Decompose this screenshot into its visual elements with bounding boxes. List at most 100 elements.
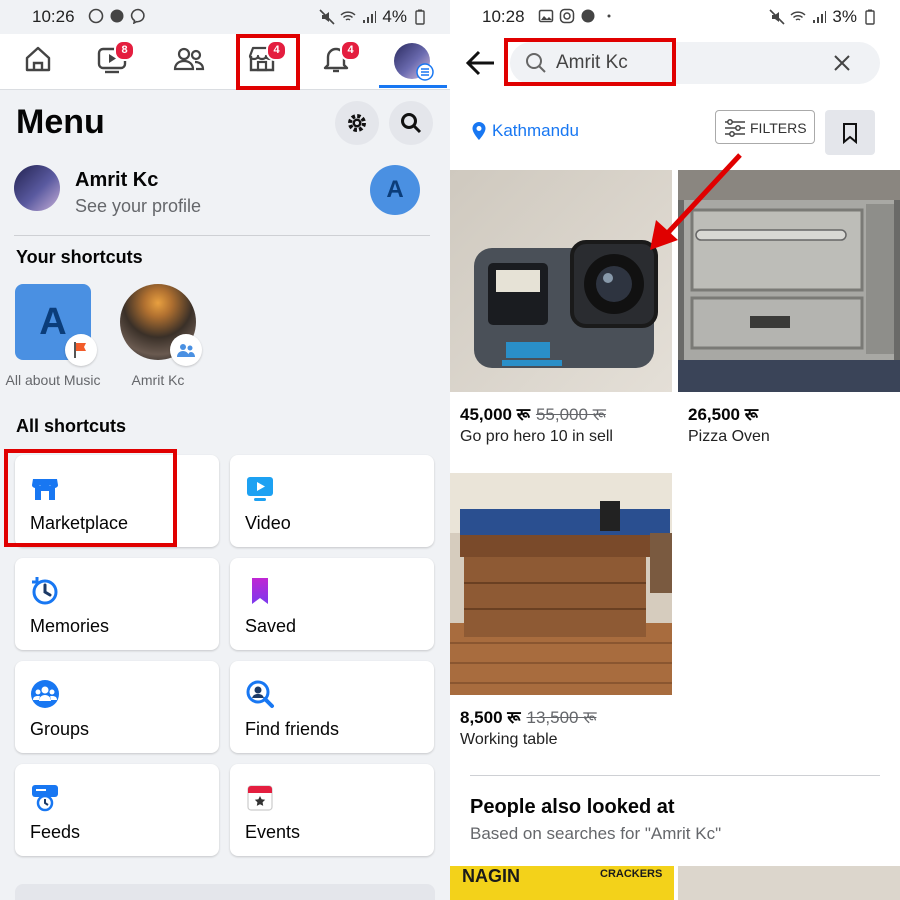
status-time: 10:28 (482, 7, 525, 26)
flag-icon (74, 342, 86, 358)
bookmark-icon (843, 123, 857, 144)
old-price: 55,000 रू (535, 405, 606, 424)
app-icon (110, 9, 124, 23)
card-label: Events (245, 822, 301, 842)
status-notification-icons (88, 8, 146, 24)
nav-home[interactable] (8, 34, 68, 90)
close-icon[interactable] (832, 53, 852, 73)
search-icon (526, 53, 546, 73)
product-price: 26,500 रू (688, 402, 758, 425)
shortcut-label: All about Music (5, 372, 101, 388)
dot-icon (607, 14, 611, 18)
saved-items-button[interactable] (825, 110, 875, 155)
filters-label: FILTERS (750, 120, 807, 136)
status-bar: 10:28 3% (450, 0, 900, 34)
section-title: People also looked at (470, 796, 675, 818)
gallery-icon (538, 9, 554, 23)
notifications-badge: 4 (340, 40, 361, 61)
see-more-button[interactable] (15, 884, 435, 900)
card-saved[interactable]: Saved (230, 558, 434, 650)
shortcut-label: Amrit Kc (131, 372, 185, 388)
search-icon (401, 113, 422, 134)
table-photo (450, 473, 672, 695)
divider (14, 235, 430, 236)
nav-notifications[interactable]: 4 (306, 34, 366, 90)
battery-percent: 4% (382, 7, 407, 26)
divider (470, 775, 880, 776)
page-flag-badge (65, 334, 97, 366)
marketplace-icon (32, 479, 58, 500)
product-image-gopro (450, 170, 672, 392)
current-price: 45,000 रू (460, 405, 530, 424)
search-bar[interactable]: Amrit Kc (510, 42, 880, 84)
feeds-icon (32, 785, 58, 812)
profile-row[interactable]: Amrit Kc See your profile A (14, 165, 434, 225)
top-navigation: 8 4 4 (0, 34, 450, 90)
card-label: Saved (245, 616, 297, 636)
section-subtitle: Based on searches for "Amrit Kc" (470, 824, 722, 843)
signal-icon (363, 11, 377, 23)
card-marketplace[interactable]: Marketplace (15, 455, 219, 547)
product-price: 45,000 रू 55,000 रू (460, 402, 606, 425)
left-screenshot-menu: 10:26 4% 8 4 4 Menu Amrit Kc See your pr… (0, 0, 450, 900)
group-people-icon (177, 344, 195, 357)
account-switcher-avatar[interactable]: A (370, 165, 420, 215)
status-bar: 10:26 4% (0, 0, 450, 34)
nav-menu[interactable] (382, 34, 442, 90)
battery-icon (415, 9, 425, 25)
card-memories[interactable]: Memories (15, 558, 219, 650)
all-shortcuts-title: All shortcuts (16, 416, 127, 436)
filters-button[interactable]: FILTERS (715, 110, 815, 144)
product-price: 8,500 रू 13,500 रू (460, 705, 596, 728)
nav-watch[interactable]: 8 (82, 34, 142, 90)
product-card[interactable]: 45,000 रू 55,000 रू Go pro hero 10 in sel… (450, 170, 674, 460)
search-input[interactable]: Amrit Kc (556, 52, 628, 74)
location-selector[interactable]: Kathmandu (470, 121, 579, 141)
viber-icon (88, 8, 104, 24)
gear-icon (348, 114, 366, 132)
sliders-icon (725, 119, 745, 137)
friends-icon (173, 47, 205, 71)
card-video[interactable]: Video (230, 455, 434, 547)
instagram-icon (559, 8, 575, 24)
status-system-icons: 4% (319, 7, 428, 27)
page-title: Menu (16, 103, 105, 141)
back-arrow-icon[interactable] (464, 46, 498, 80)
settings-button[interactable] (335, 101, 379, 145)
profile-name: Amrit Kc (75, 169, 159, 191)
card-label: Groups (30, 719, 90, 739)
your-shortcuts-title: Your shortcuts (16, 247, 143, 267)
card-find-friends[interactable]: Find friends (230, 661, 434, 753)
mute-icon (319, 9, 335, 25)
product-title: Working table (460, 731, 558, 748)
product-card[interactable]: 8,500 रू 13,500 रू Working table (450, 473, 674, 763)
card-feeds[interactable]: Feeds (15, 764, 219, 856)
menu-hamburger-icon (416, 63, 434, 81)
nav-friends[interactable] (158, 34, 218, 90)
find-friends-icon (246, 680, 274, 708)
card-groups[interactable]: Groups (15, 661, 219, 753)
signal-icon (813, 11, 827, 23)
wifi-icon (790, 11, 806, 21)
banner-text-left: NAGIN (462, 866, 520, 887)
profile-subtitle: See your profile (75, 196, 202, 216)
banner-text-right: CRACKERS (600, 868, 663, 880)
current-price: 8,500 रू (460, 708, 521, 727)
mute-icon (769, 9, 785, 25)
card-events[interactable]: Events (230, 764, 434, 856)
suggested-item-image[interactable]: NAGIN CRACKERS (450, 866, 674, 900)
group-badge (170, 334, 202, 366)
suggested-item-image[interactable] (678, 866, 900, 900)
product-title: Pizza Oven (688, 428, 770, 445)
card-label: Feeds (30, 822, 81, 842)
profile-avatar (14, 165, 60, 211)
search-button[interactable] (389, 101, 433, 145)
wifi-icon (340, 11, 356, 21)
battery-percent: 3% (832, 7, 857, 26)
nav-marketplace[interactable]: 4 (232, 34, 292, 90)
messenger-icon (130, 8, 145, 24)
product-title: Go pro hero 10 in sell (460, 428, 613, 445)
home-icon (25, 46, 51, 72)
right-screenshot-marketplace-search: 10:28 3% Amrit Kc Kathmandu FILTERS 45,0… (450, 0, 900, 900)
groups-icon (31, 680, 59, 708)
